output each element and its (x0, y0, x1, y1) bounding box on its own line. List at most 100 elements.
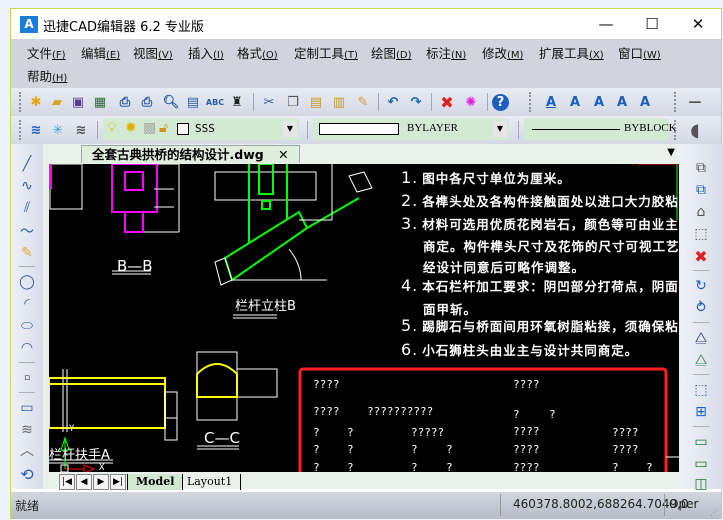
stretch-icon[interactable]: ⬚ (691, 380, 711, 400)
menu-dimension[interactable]: 标注(N) (426, 43, 466, 62)
close-tab-icon[interactable]: ✕ (278, 147, 288, 162)
match-properties-icon[interactable]: ✎ (353, 92, 373, 112)
tab-list-chevron-icon[interactable]: ▼ (667, 147, 675, 158)
document-tab[interactable]: 全套古典拱桥的结构设计.dwg ✕ (81, 145, 300, 163)
color-dropdown[interactable]: BYLAYER ▼ (313, 119, 509, 140)
tab-layout1[interactable]: Layout1 (179, 474, 242, 490)
prev-layout-button[interactable]: ◀ (76, 474, 92, 490)
line-icon[interactable]: ╱ (17, 154, 37, 174)
drawing-canvas[interactable]: B—B 栏杆立柱B C—C 栏杆扶手A Y X 1. 图中各尺寸单位为厘米。 2.… (49, 164, 679, 472)
resize-grip-icon[interactable]: ⋰ (710, 508, 718, 517)
next-layout-button[interactable]: ▶ (93, 474, 109, 490)
find-icon[interactable]: ♜ (227, 92, 247, 112)
array-icon[interactable]: ⬚ (691, 224, 711, 244)
toolbar-grip[interactable] (674, 92, 677, 112)
menu-modify[interactable]: 修改(M) (482, 43, 523, 62)
page-setup-icon[interactable]: ▤ (183, 92, 203, 112)
open-icon[interactable]: ▰ (47, 92, 67, 112)
new-icon[interactable]: ✱ (26, 92, 46, 112)
trim-icon[interactable]: ▭ (691, 432, 711, 452)
print-to-icon[interactable]: ⎙ (115, 92, 135, 112)
menu-format[interactable]: 格式(O) (237, 43, 278, 62)
layer-manager-icon[interactable]: ≋ (26, 120, 46, 140)
edit-text-icon[interactable]: A (589, 92, 609, 112)
toolbar-grip[interactable] (674, 120, 677, 140)
delete-icon[interactable]: ✖ (437, 92, 457, 112)
close-button[interactable]: ✕ (675, 12, 721, 36)
menu-file[interactable]: 文件(F) (27, 43, 66, 62)
toolbar-grip[interactable] (529, 92, 532, 112)
spellcheck-icon[interactable]: ABC (205, 92, 225, 112)
point-icon[interactable]: ▫ (17, 368, 37, 388)
find-text-icon[interactable]: A (635, 92, 655, 112)
layer-previous-icon[interactable]: ≋ (71, 120, 91, 140)
text-style-icon[interactable]: A (612, 92, 632, 112)
circle-icon[interactable]: ◯ (17, 272, 37, 292)
arc-tool-icon[interactable]: ◖ (685, 120, 705, 141)
status-mode[interactable]: Oper (669, 497, 698, 511)
copy-object-icon[interactable]: ⧉ (691, 158, 711, 178)
label-post-b: 栏杆立柱B (235, 299, 296, 314)
menu-edit[interactable]: 编辑(E) (81, 43, 120, 62)
maximize-button[interactable]: ☐ (629, 12, 675, 36)
color-value: BYLAYER (407, 122, 458, 134)
copy-icon[interactable]: ❐ (283, 92, 303, 112)
rotate-reference-icon[interactable]: ⥁ (691, 298, 711, 318)
menu-window[interactable]: 窗口(W) (618, 43, 661, 62)
scale-icon[interactable]: ⊞ (691, 402, 711, 422)
linetype-dropdown[interactable]: BYBLOCK (524, 119, 677, 140)
layer-dropdown[interactable]: 💡︎ ✹ ▩ 🔓︎ SSS ▼ (103, 119, 299, 140)
print-preview-icon[interactable]: 🔍︎ (161, 92, 181, 112)
coordinate-readout: 460378.8002,688264.7049,0 (513, 497, 689, 511)
tab-model[interactable]: Model (127, 474, 184, 490)
mirror-3d-icon[interactable]: ⧋ (691, 350, 711, 370)
offset-icon[interactable]: ⌂ (691, 202, 711, 222)
arc-icon[interactable]: ◜ (17, 294, 37, 314)
ellipse-arc-icon[interactable]: ◠ (17, 338, 37, 358)
toolbar-grip[interactable] (19, 120, 22, 140)
break-icon[interactable]: ◫ (691, 474, 711, 494)
multiline-icon[interactable]: ⫽ (17, 198, 37, 218)
erase-icon[interactable]: ✖ (691, 246, 711, 266)
regenerate-icon[interactable]: ⟲ (17, 464, 37, 484)
chevron-down-icon[interactable]: ▼ (283, 121, 297, 137)
freehand-icon[interactable]: ✎ (17, 243, 37, 263)
menu-insert[interactable]: 插入(I) (188, 43, 224, 62)
extend-icon[interactable]: ▭ (691, 454, 711, 474)
save-icon[interactable]: ▣ (68, 92, 88, 112)
rectangle-icon[interactable]: ▭ (17, 398, 37, 418)
note-line: 6. 小石狮柱头由业主与设计共同商定。 (401, 340, 639, 359)
menu-custom-tools[interactable]: 定制工具(T) (294, 43, 358, 62)
standard-toolbar: ✱ ▰ ▣ ▦ ⎙ ⎙ 🔍︎ ▤ ABC ♜ ✂ ❐ ▤ ▥ ✎ ↶ ↷ ✖ ✺… (11, 88, 721, 116)
mtext-icon[interactable]: A (565, 92, 585, 112)
menu-view[interactable]: 视图(V) (133, 43, 173, 62)
purge-icon[interactable]: ✺ (461, 92, 481, 112)
first-layout-button[interactable]: |◀ (59, 474, 75, 490)
chevron-down-icon[interactable]: ▼ (493, 121, 507, 137)
copy-multiple-icon[interactable]: ⧉ (691, 180, 711, 200)
menu-extend-tools[interactable]: 扩展工具(X) (539, 43, 604, 62)
spline-icon[interactable]: 〜 (17, 221, 37, 241)
help-icon[interactable]: ? (492, 94, 509, 111)
minimize-button[interactable]: — (583, 12, 629, 36)
cut-icon[interactable]: ✂ (259, 92, 279, 112)
print-icon[interactable]: ⎙ (137, 92, 157, 112)
text-icon[interactable]: A (541, 92, 561, 112)
menu-draw[interactable]: 绘图(D) (371, 43, 412, 62)
acis-icon[interactable]: ▦ (90, 92, 110, 112)
ellipse-icon[interactable]: ⬭ (17, 316, 37, 336)
redo-icon[interactable]: ↷ (406, 92, 426, 112)
menu-help[interactable]: 帮助(H) (27, 66, 67, 85)
paste-icon[interactable]: ▤ (306, 92, 326, 112)
collapse-icon[interactable]: ︿ (17, 440, 37, 460)
toolbar-grip[interactable] (19, 92, 22, 112)
line-tool-icon[interactable]: — (685, 92, 705, 112)
undo-icon[interactable]: ↶ (383, 92, 403, 112)
layer-state-icon[interactable]: ✳ (48, 120, 68, 140)
polyline-icon[interactable]: ∿ (17, 176, 37, 196)
paste-special-icon[interactable]: ▥ (329, 92, 349, 112)
mirror-icon[interactable]: ⧋ (691, 328, 711, 348)
last-layout-button[interactable]: ▶| (110, 474, 126, 490)
helix-icon[interactable]: ≋ (17, 420, 37, 440)
rotate-icon[interactable]: ↻ (691, 276, 711, 296)
